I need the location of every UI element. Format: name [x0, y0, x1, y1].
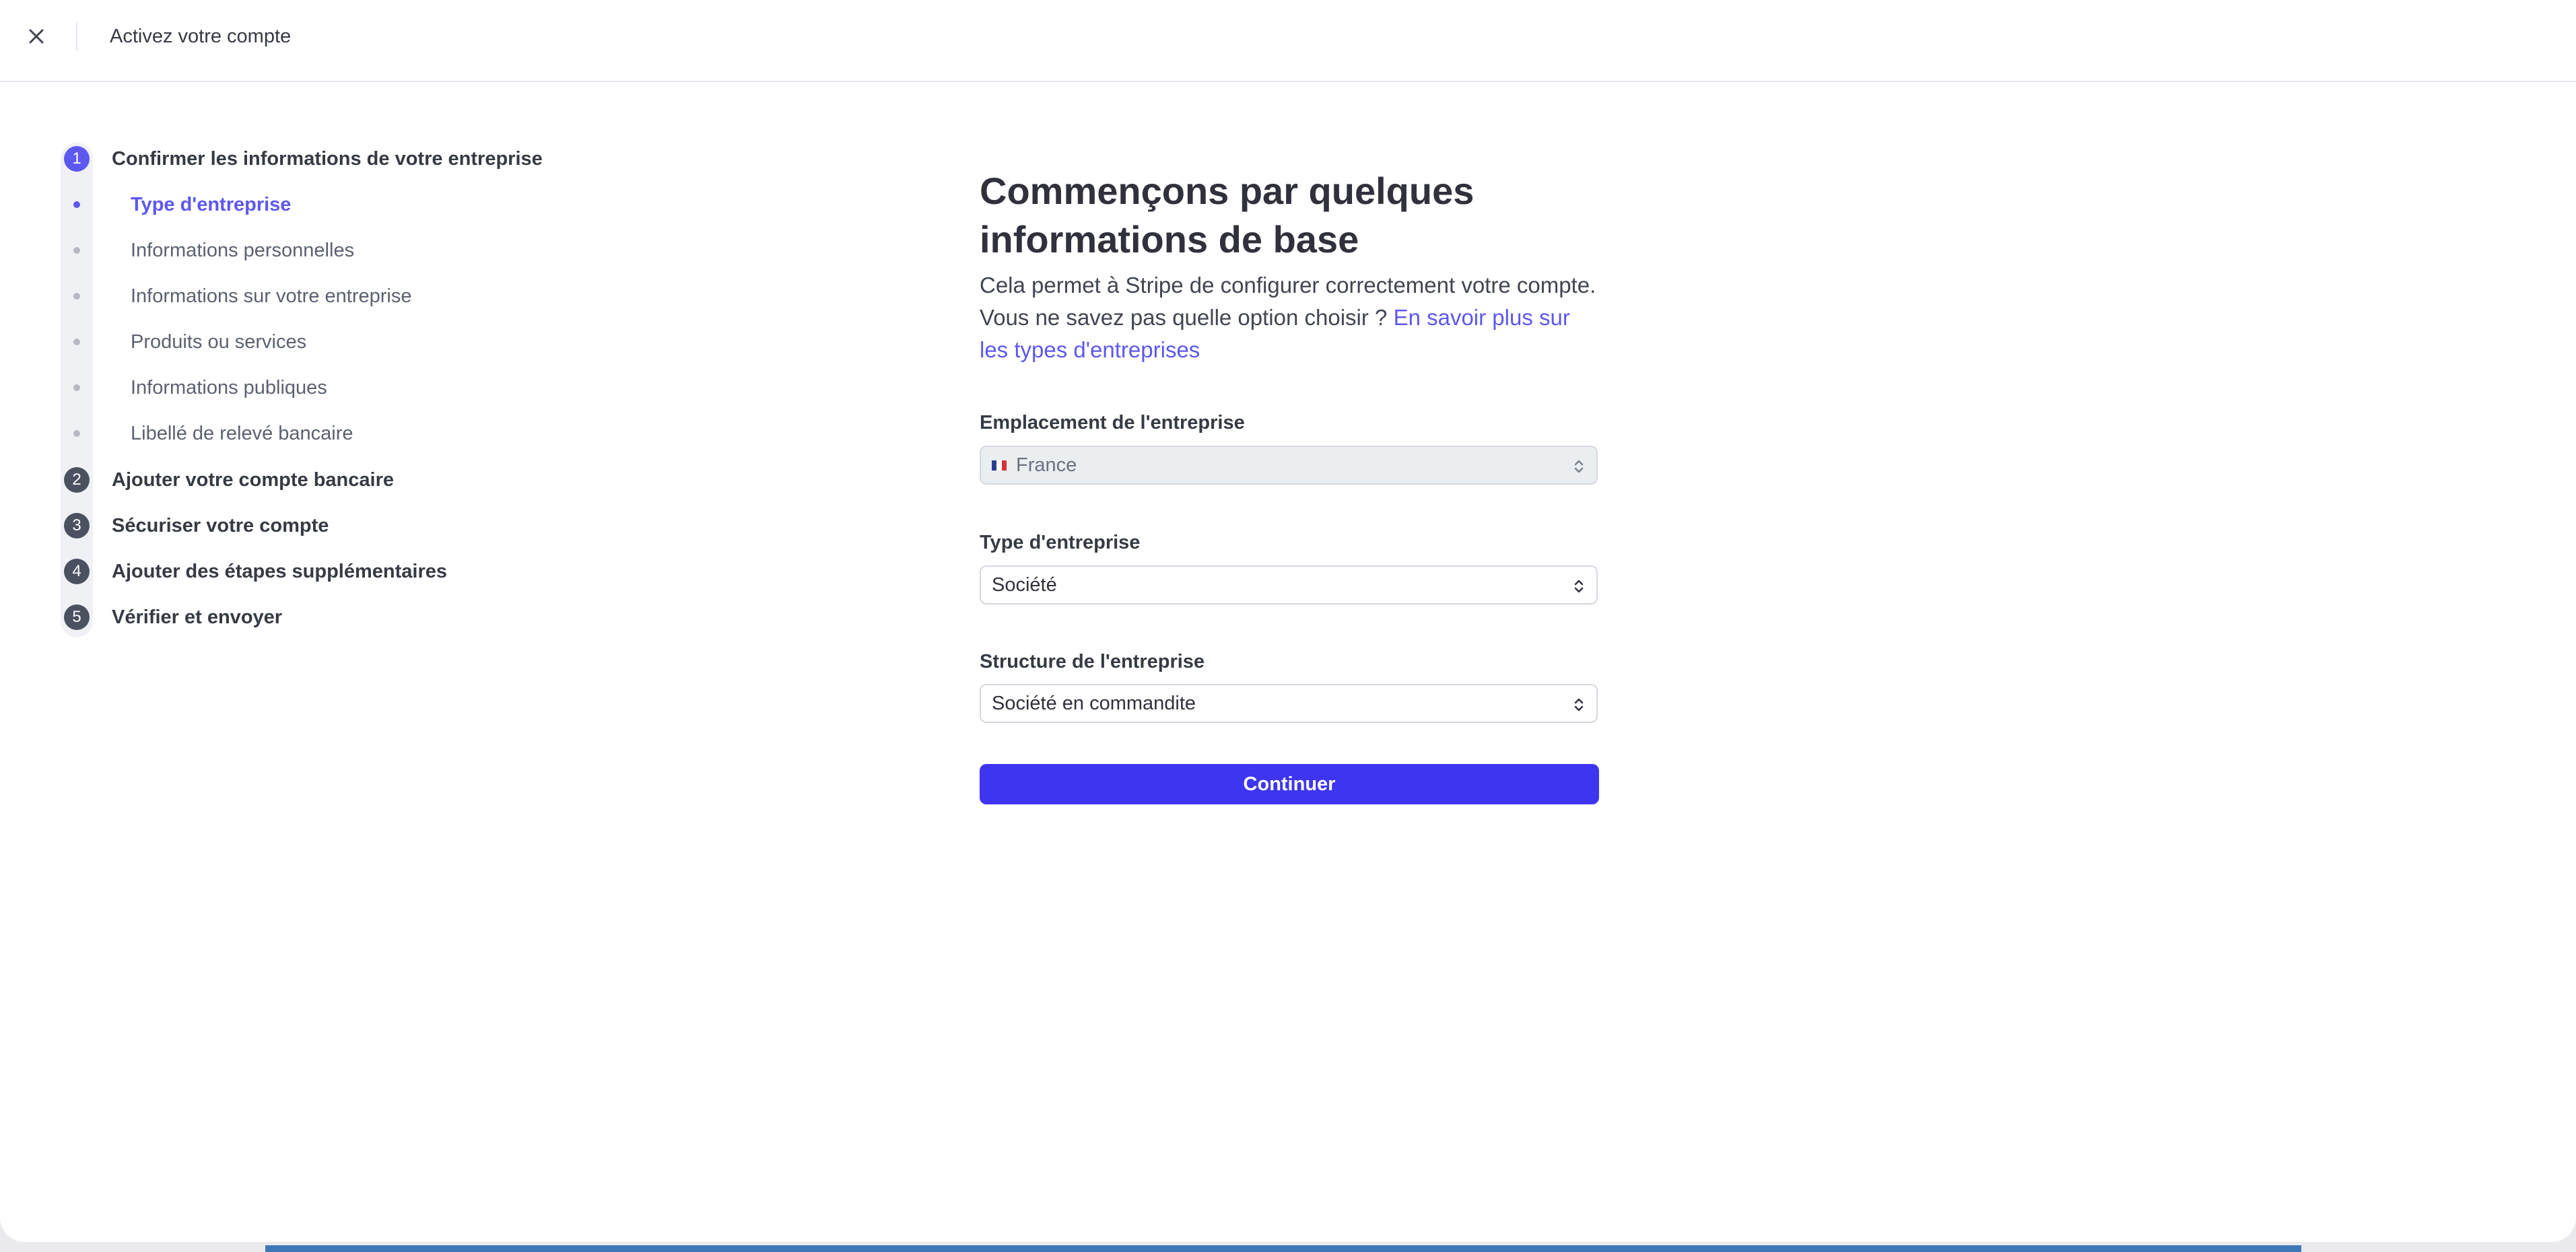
- substep-type-entreprise[interactable]: Type d'entreprise: [61, 188, 291, 221]
- location-label: Emplacement de l'entreprise: [980, 412, 1245, 433]
- header-title: Activez votre compte: [110, 26, 292, 47]
- location-value: France: [1016, 454, 1077, 476]
- substep-label: Type d'entreprise: [131, 193, 292, 215]
- substep-libelle-releve[interactable]: Libellé de relevé bancaire: [61, 417, 353, 450]
- close-button[interactable]: [20, 20, 53, 53]
- substep-informations-entreprise[interactable]: Informations sur votre entreprise: [61, 280, 411, 312]
- substep-informations-publiques[interactable]: Informations publiques: [61, 372, 327, 404]
- step-number-badge: 4: [64, 559, 90, 584]
- step-label: Confirmer les informations de votre entr…: [112, 147, 543, 170]
- substep-informations-personnelles[interactable]: Informations personnelles: [61, 234, 354, 267]
- substep-dot: [73, 247, 80, 254]
- substep-dot: [73, 384, 80, 391]
- structure-select[interactable]: Société en commandite: [980, 684, 1598, 723]
- page: Activez votre compte 1 Confirmer les inf…: [0, 0, 2576, 1242]
- step-5[interactable]: 5 Vérifier et envoyer: [61, 601, 282, 633]
- business-type-label: Type d'entreprise: [980, 532, 1141, 553]
- substep-dot: [73, 339, 80, 345]
- business-type-select[interactable]: Société: [980, 565, 1598, 604]
- step-2[interactable]: 2 Ajouter votre compte bancaire: [61, 464, 394, 496]
- substep-label: Informations publiques: [131, 376, 327, 398]
- substep-label: Informations personnelles: [131, 239, 355, 261]
- step-1[interactable]: 1 Confirmer les informations de votre en…: [61, 143, 543, 175]
- step-label: Vérifier et envoyer: [112, 606, 283, 628]
- location-select[interactable]: France: [980, 446, 1598, 485]
- page-description: Cela permet à Stripe de configurer corre…: [980, 269, 1599, 366]
- header-divider: [76, 22, 77, 50]
- step-3[interactable]: 3 Sécuriser votre compte: [61, 510, 329, 542]
- structure-label: Structure de l'entreprise: [980, 651, 1205, 672]
- substep-dot: [73, 293, 80, 300]
- main-form: Commençons par quelques informations de …: [980, 167, 1599, 804]
- chevron-updown-icon: [1574, 580, 1584, 593]
- chevron-updown-icon: [1574, 698, 1584, 711]
- substep-produits-services[interactable]: Produits ou services: [61, 326, 306, 358]
- top-header: Activez votre compte: [0, 0, 2576, 82]
- substep-label: Libellé de relevé bancaire: [131, 422, 353, 444]
- france-flag-icon: [992, 460, 1007, 471]
- step-number-badge: 1: [64, 146, 90, 172]
- substep-dot: [73, 430, 80, 437]
- step-number-badge: 5: [64, 604, 90, 630]
- page-title: Commençons par quelques informations de …: [980, 170, 1475, 260]
- substep-label: Informations sur votre entreprise: [131, 285, 412, 307]
- step-label: Ajouter des étapes supplémentaires: [112, 560, 447, 582]
- step-label: Ajouter votre compte bancaire: [112, 468, 394, 491]
- chevron-updown-icon: [1574, 460, 1584, 473]
- step-number-badge: 3: [64, 513, 90, 538]
- continue-button[interactable]: Continuer: [980, 764, 1599, 804]
- step-label: Sécuriser votre compte: [112, 514, 329, 536]
- close-icon: [29, 29, 44, 44]
- step-number-badge: 2: [64, 467, 90, 493]
- bottom-progress-strip: [265, 1245, 2301, 1252]
- substep-dot: [73, 201, 80, 208]
- business-type-value: Société: [992, 573, 1057, 596]
- step-4[interactable]: 4 Ajouter des étapes supplémentaires: [61, 555, 447, 588]
- substep-label: Produits ou services: [131, 331, 307, 353]
- structure-value: Société en commandite: [992, 692, 1196, 714]
